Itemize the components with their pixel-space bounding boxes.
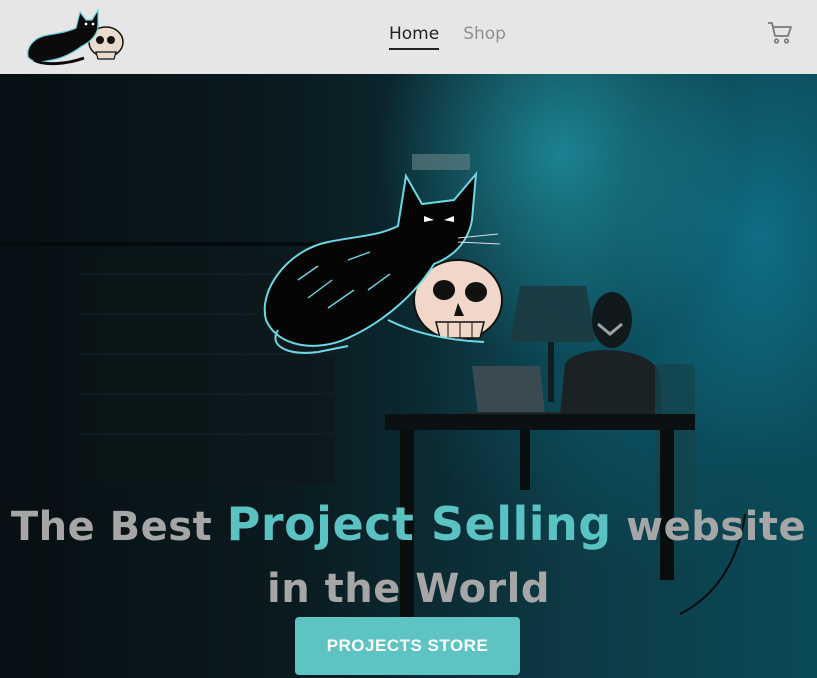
headline-prefix: The Best bbox=[10, 503, 213, 550]
headline-accent: Project Selling bbox=[226, 496, 612, 551]
hero-headline: The Best Project Selling website in the … bbox=[0, 493, 817, 620]
cart-icon[interactable] bbox=[767, 20, 793, 46]
hero-section: The Best Project Selling website in the … bbox=[0, 74, 817, 678]
main-nav: Home Shop bbox=[389, 24, 506, 50]
projects-store-button[interactable]: PROJECTS STORE bbox=[295, 617, 520, 675]
headline-suffix-1: website bbox=[626, 503, 807, 550]
navbar: Home Shop bbox=[0, 0, 817, 74]
nav-link-shop[interactable]: Shop bbox=[463, 24, 506, 50]
cat-skull-logo-icon[interactable] bbox=[24, 2, 126, 68]
headline-suffix-2: in the World bbox=[266, 565, 550, 612]
cat-skull-illustration bbox=[263, 170, 503, 354]
nav-link-home[interactable]: Home bbox=[389, 24, 440, 50]
